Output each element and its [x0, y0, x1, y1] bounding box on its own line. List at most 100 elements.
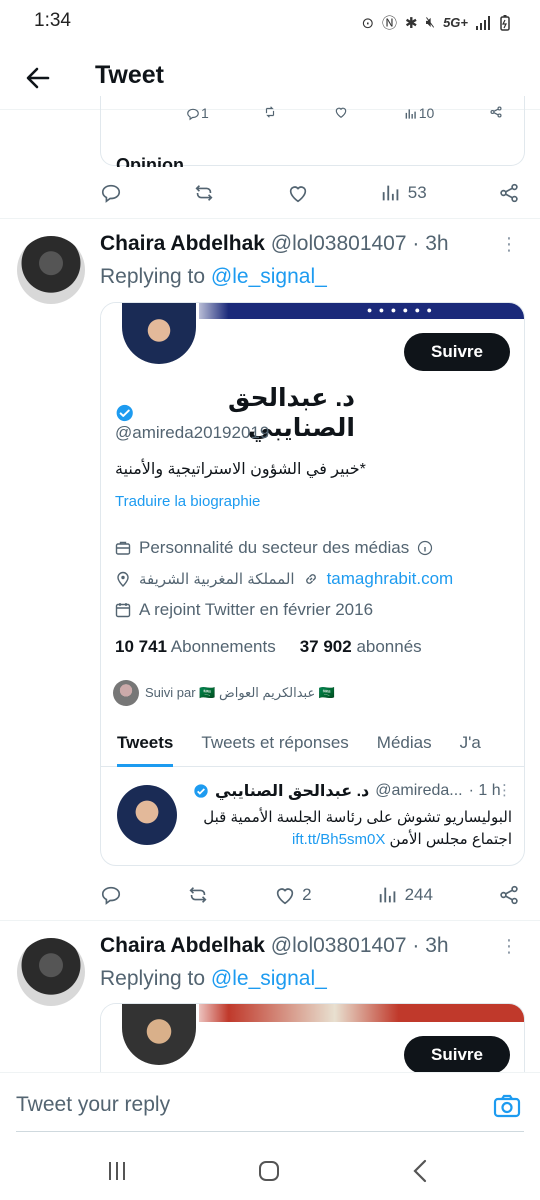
- more-options-icon[interactable]: ⋮: [500, 234, 518, 255]
- followed-by-text: Suivi par 🇸🇦 عبدالكريم العواض 🇸🇦: [145, 685, 336, 700]
- profile-handle: @amireda20192019: [115, 423, 270, 442]
- follow-counts: 10 741 Abonnements 37 902 abonnés: [115, 637, 422, 657]
- status-time: 1:34: [34, 10, 71, 31]
- author-handle: @lol03801407: [270, 232, 407, 255]
- heart-icon: [289, 186, 306, 203]
- reply-input[interactable]: Tweet your reply: [16, 1093, 170, 1117]
- previous-tweet-actions: 53: [100, 178, 520, 208]
- views-count: 244: [404, 885, 433, 904]
- heart-icon: [276, 888, 294, 905]
- followers-count: 37 902: [299, 637, 352, 656]
- follow-button[interactable]: Suivre: [404, 333, 510, 371]
- embedded-avatar: [117, 785, 177, 845]
- camera-icon[interactable]: [492, 1091, 522, 1121]
- replying-to: Replying to @le_signal_: [100, 265, 327, 289]
- share-icon: [500, 183, 518, 203]
- back-arrow-icon[interactable]: [20, 60, 56, 96]
- reply-count-small-value: 1: [201, 105, 209, 121]
- avatar[interactable]: [17, 938, 85, 1006]
- reply-input-underline: [16, 1131, 524, 1132]
- author-name[interactable]: Chaira Abdelhak: [100, 934, 265, 957]
- mute-icon: 🔇︎: [425, 14, 436, 31]
- notification-icon: ⊙: [361, 14, 375, 32]
- profile-card[interactable]: ● ● ● ● ● ● Suivre د. عبدالحق الصنايبي @…: [100, 302, 525, 866]
- back-icon[interactable]: [406, 1156, 436, 1186]
- reply-button[interactable]: [100, 884, 122, 906]
- network-label: 5G+: [443, 15, 468, 30]
- reply-button[interactable]: [100, 182, 122, 204]
- replying-to-link[interactable]: @le_signal_: [211, 967, 327, 990]
- info-icon[interactable]: [417, 540, 433, 556]
- status-bar: 1:34 ⊙ Ⓝ ✱ 🔇︎ 5G+: [0, 0, 540, 46]
- tweet1-actions: 2 244: [100, 880, 520, 910]
- reply-count-small: 1: [185, 105, 209, 121]
- tab-tweets-replies[interactable]: Tweets et réponses: [201, 721, 348, 767]
- embedded-tweet-header: د. عبدالحق الصنايبي @amireda... · 1 h: [193, 781, 501, 801]
- retweet-icon-small: [266, 106, 275, 118]
- share-icon-small: [490, 106, 502, 118]
- retweet-button[interactable]: [187, 884, 209, 906]
- previous-card-stats: 1 10: [185, 105, 505, 121]
- website-link[interactable]: tamaghrabit.com: [327, 569, 454, 589]
- retweet-icon: [195, 185, 213, 201]
- analytics-icon-small: [405, 109, 416, 119]
- views-button[interactable]: 244: [377, 884, 433, 906]
- like-button[interactable]: [287, 182, 309, 204]
- location-text: المملكة المغربية الشريفة: [139, 571, 295, 588]
- following-label: Abonnements: [170, 637, 276, 656]
- verified-badge-icon: [116, 404, 133, 422]
- analytics-icon: [379, 887, 395, 903]
- embedded-tweet-text: البوليساريو تشوش على رئاسة الجلسة الأممي…: [192, 807, 512, 851]
- embedded-tweet-link[interactable]: ift.tt/Bh5sm0X: [292, 831, 385, 848]
- share-button[interactable]: [498, 884, 520, 906]
- views-button[interactable]: 53: [380, 182, 427, 204]
- reply-icon: [101, 184, 121, 203]
- home-icon[interactable]: [254, 1156, 284, 1186]
- tweet-time: · 3h: [412, 934, 449, 957]
- profile-card[interactable]: Suivre: [100, 1003, 525, 1073]
- calendar-icon: [115, 603, 131, 618]
- bluetooth-icon: ✱: [405, 14, 418, 32]
- translate-bio-link[interactable]: Traduire la biographie: [115, 493, 260, 510]
- share-icon: [500, 885, 518, 905]
- followers-count-link[interactable]: 37 902 abonnés: [300, 637, 422, 657]
- tweet-header: Chaira Abdelhak @lol03801407 · 3h: [100, 934, 449, 958]
- category-text: Personnalité du secteur des médias: [139, 538, 410, 557]
- location-pin-icon: [117, 571, 129, 587]
- follow-button[interactable]: Suivre: [404, 1036, 510, 1073]
- recent-apps-icon[interactable]: [102, 1156, 132, 1186]
- profile-bio: *خبير في الشؤون الاستراتيجية والأمنية: [115, 461, 366, 478]
- views-small: 10: [403, 105, 434, 121]
- following-count-link[interactable]: 10 741 Abonnements: [115, 637, 276, 657]
- tweet-time: · 3h: [412, 232, 449, 255]
- share-button[interactable]: [498, 182, 520, 204]
- profile-avatar[interactable]: [119, 303, 199, 367]
- followed-by[interactable]: Suivi par 🇸🇦 عبدالكريم العواض 🇸🇦: [113, 680, 335, 706]
- retweet-button[interactable]: [193, 182, 215, 204]
- author-handle: @lol03801407: [270, 934, 407, 957]
- embedded-tweet[interactable]: د. عبدالحق الصنايبي @amireda... · 1 h ⋮ …: [101, 769, 524, 865]
- tab-tweets[interactable]: Tweets: [117, 721, 174, 767]
- replying-to: Replying to @le_signal_: [100, 967, 327, 991]
- tab-media[interactable]: Médias: [377, 721, 432, 767]
- embedded-more-icon[interactable]: ⋮: [497, 781, 512, 799]
- tab-likes[interactable]: J'a: [460, 721, 481, 767]
- author-name[interactable]: Chaira Abdelhak: [100, 232, 265, 255]
- reply-icon: [101, 886, 121, 905]
- profile-location-row: المملكة المغربية الشريفة tamaghrabit.com: [115, 569, 453, 589]
- avatar[interactable]: [17, 236, 85, 304]
- replying-to-link[interactable]: @le_signal_: [211, 265, 327, 288]
- divider: [0, 920, 540, 921]
- replying-label: Replying to: [100, 967, 206, 990]
- tweet-header: Chaira Abdelhak @lol03801407 · 3h: [100, 232, 449, 256]
- system-nav-bar: [0, 1142, 540, 1200]
- status-icons: ⊙ Ⓝ ✱ 🔇︎ 5G+: [361, 12, 510, 33]
- profile-joined-row: A rejoint Twitter en février 2016: [115, 600, 373, 620]
- verified-badge-icon: [194, 784, 208, 798]
- more-options-icon[interactable]: ⋮: [500, 936, 518, 957]
- analytics-icon: [382, 185, 399, 201]
- profile-avatar[interactable]: [119, 1004, 199, 1068]
- like-button[interactable]: 2: [274, 884, 312, 906]
- embedded-tweet-time: · 1 h: [468, 782, 501, 799]
- previous-card-title: Opinion: [116, 155, 184, 167]
